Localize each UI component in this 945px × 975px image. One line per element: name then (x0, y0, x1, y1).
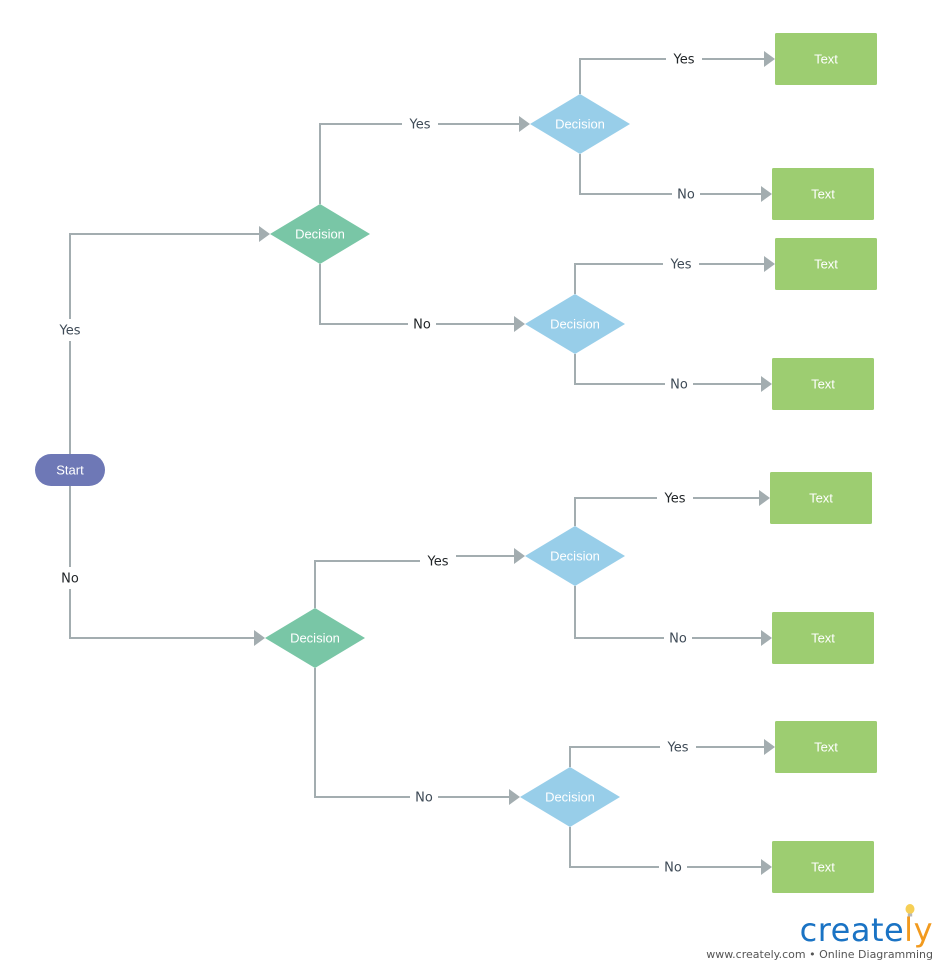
text-node-t7[interactable]: Text (775, 721, 877, 773)
creately-branding: creately www.creately.com • Online Diagr… (706, 912, 933, 961)
node-label: Text (814, 740, 838, 755)
connector-line (319, 264, 515, 325)
arrowhead-icon (519, 116, 530, 132)
arrowhead-icon (254, 630, 265, 646)
start-node[interactable]: Start (35, 454, 105, 486)
connector-d_nn-to-t8[interactable]: No (569, 827, 772, 876)
arrowhead-icon (761, 186, 772, 202)
text-node-t4[interactable]: Text (772, 358, 874, 410)
connector-line (69, 233, 260, 454)
node-label: Decision (545, 790, 595, 805)
node-label: Text (811, 860, 835, 875)
logo-text-main: create (799, 911, 905, 949)
connector-d_no-to-d_ny[interactable]: Yes (314, 548, 525, 608)
text-node-t8[interactable]: Text (772, 841, 874, 893)
connector-label: No (669, 632, 687, 647)
connector-label: No (61, 572, 79, 587)
arrowhead-icon (761, 859, 772, 875)
decision-node-d_no[interactable]: Decision (265, 608, 365, 668)
arrowhead-icon (509, 789, 520, 805)
connector-label: Yes (670, 258, 692, 273)
connector-label: No (415, 791, 433, 806)
arrowhead-icon (514, 548, 525, 564)
connector-line (579, 154, 762, 195)
decision-node-d_yn[interactable]: Decision (525, 294, 625, 354)
connector-d_yn-to-t4[interactable]: No (574, 354, 772, 393)
arrowhead-icon (514, 316, 525, 332)
connector-label: Yes (59, 324, 81, 339)
connector-label: Yes (673, 53, 695, 68)
connector-d_no-to-d_nn[interactable]: No (314, 668, 520, 806)
connector-label: No (413, 318, 431, 333)
node-label: Text (809, 491, 833, 506)
node-label: Text (814, 52, 838, 67)
node-label: Text (814, 257, 838, 272)
node-label: Decision (555, 117, 605, 132)
connector-d_ny-to-t5[interactable]: Yes (574, 490, 770, 526)
connector-d_yes-to-d_yy[interactable]: Yes (319, 116, 530, 204)
connector-label: Yes (664, 492, 686, 507)
arrowhead-icon (759, 490, 770, 506)
creately-logo[interactable]: creately (706, 912, 933, 948)
nodes: Start Decision Decision Decision Decision Dec… (35, 33, 877, 893)
decision-node-d_ny[interactable]: Decision (525, 526, 625, 586)
connector-label: No (664, 861, 682, 876)
connector-label: Yes (667, 741, 689, 756)
text-node-t3[interactable]: Text (775, 238, 877, 290)
connector-line (319, 123, 520, 204)
node-label: Decision (295, 227, 345, 242)
connector-d_yn-to-t3[interactable]: Yes (574, 256, 775, 294)
connector-start-to-d_yes[interactable]: Yes (52, 226, 270, 454)
arrowhead-icon (764, 256, 775, 272)
arrowhead-icon (764, 739, 775, 755)
connector-line (314, 555, 515, 608)
creately-tagline: www.creately.com • Online Diagramming (706, 948, 933, 961)
arrowhead-icon (761, 376, 772, 392)
node-label: Decision (290, 631, 340, 646)
node-label: Text (811, 631, 835, 646)
node-label: Decision (550, 317, 600, 332)
node-label: Decision (550, 549, 600, 564)
arrowhead-icon (764, 51, 775, 67)
connector-d_ny-to-t6[interactable]: No (574, 586, 772, 647)
connector-start-to-d_no[interactable]: No (56, 486, 265, 646)
flowchart-canvas: Yes No Yes No Yes No Yes No Yes No Yes No Yes No Star… (35, 33, 877, 893)
connector-d_yy-to-t1[interactable]: Yes (579, 51, 775, 94)
connector-line (69, 486, 255, 639)
node-label: Text (811, 187, 835, 202)
decision-node-d_yy[interactable]: Decision (530, 94, 630, 154)
connector-label: Yes (409, 118, 431, 133)
connector-d_yes-to-d_yn[interactable]: No (319, 264, 525, 333)
node-label: Text (811, 377, 835, 392)
connectors: Yes No Yes No Yes No Yes No Yes No Yes No Yes No (52, 51, 775, 876)
decision-node-d_nn[interactable]: Decision (520, 767, 620, 827)
connector-line (314, 668, 510, 798)
text-node-t5[interactable]: Text (770, 472, 872, 524)
connector-d_yy-to-t2[interactable]: No (579, 154, 772, 203)
connector-label: Yes (427, 555, 449, 570)
decision-node-d_yes[interactable]: Decision (270, 204, 370, 264)
connector-label: No (670, 378, 688, 393)
arrowhead-icon (761, 630, 772, 646)
connector-d_nn-to-t7[interactable]: Yes (569, 739, 775, 767)
arrowhead-icon (259, 226, 270, 242)
text-node-t6[interactable]: Text (772, 612, 874, 664)
node-label: Start (56, 463, 84, 478)
text-node-t1[interactable]: Text (775, 33, 877, 85)
connector-label: No (677, 188, 695, 203)
logo-text-accent: ly (904, 911, 933, 949)
text-node-t2[interactable]: Text (772, 168, 874, 220)
